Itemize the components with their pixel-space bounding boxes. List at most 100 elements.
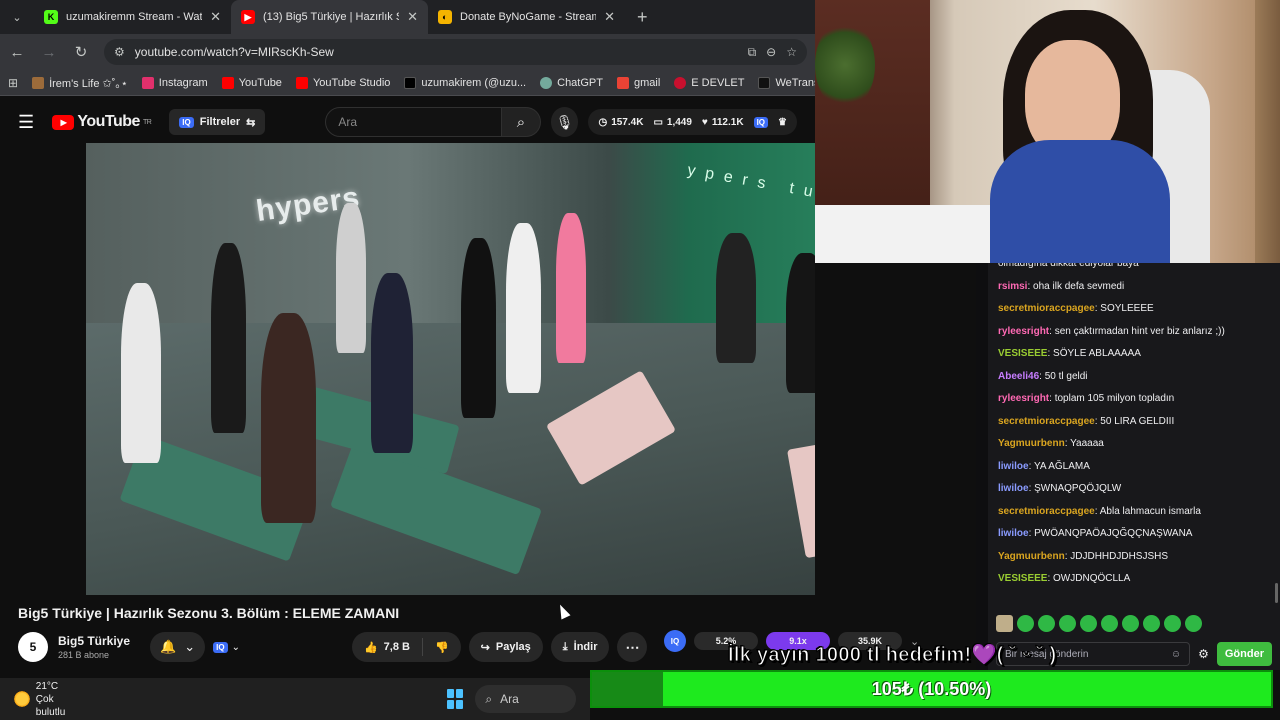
chat-text: sen çaktırmadan hint ver biz anlarız ;)) — [1054, 325, 1225, 337]
chat-username[interactable]: ryleesright — [998, 326, 1049, 337]
bookmark-label: uzumakirem (@uzu... — [421, 76, 527, 89]
chat-username[interactable]: VESISEEE — [998, 348, 1047, 359]
close-tab-icon[interactable]: ✕ — [210, 9, 221, 25]
weather-widget[interactable]: 21°C Çok bulutlu — [14, 680, 75, 719]
emote-icon[interactable] — [1038, 615, 1055, 632]
smiley-icon[interactable]: ☺ — [1171, 649, 1181, 660]
more-options-icon[interactable]: ⋯ — [617, 632, 648, 662]
bookmark-youtube-studio[interactable]: YouTube Studio — [295, 76, 390, 89]
tab-search-icon[interactable]: ⌄ — [0, 0, 34, 34]
zoom-icon[interactable]: ⊖ — [766, 45, 776, 59]
chat-text: toplam 105 milyon topladın — [1054, 393, 1175, 404]
emote-icon[interactable] — [1143, 615, 1160, 632]
dislike-button[interactable]: 👎 — [423, 641, 461, 654]
chat-scrollbar[interactable] — [1275, 583, 1278, 603]
emote-icon[interactable] — [1122, 615, 1139, 632]
chat-username[interactable]: liwiloe — [998, 483, 1029, 494]
chat-username[interactable]: rsimsi — [998, 281, 1027, 292]
emote-row — [996, 615, 1202, 632]
channel-avatar[interactable]: 5 — [18, 632, 48, 662]
emote-icon[interactable] — [1017, 615, 1034, 632]
emote-icon[interactable] — [1080, 615, 1097, 632]
bookmark-e-devlet[interactable]: E DEVLET — [674, 76, 744, 89]
download-icon: ⤓ — [562, 640, 568, 653]
bookmark-tiktok[interactable]: uzumakirem (@uzu... — [404, 76, 527, 89]
video-person — [336, 203, 366, 353]
chat-username[interactable]: secretmioraccpagee — [998, 303, 1095, 314]
video-person — [261, 313, 316, 523]
browser-tab-active[interactable]: ▶ (13) Big5 Türkiye | Hazırlık Sezonu ✕ — [231, 0, 428, 34]
browser-tab[interactable]: K uzumakiremm Stream - Watch Live ✕ — [34, 0, 231, 34]
menu-icon[interactable]: ☰ — [18, 112, 36, 133]
channel-name[interactable]: Big5 Türkiye — [58, 634, 130, 648]
emote-icon[interactable] — [1185, 615, 1202, 632]
address-field[interactable]: ⚙ youtube.com/watch?v=MIRscKh-Sew ⧉ ⊖ ☆ — [104, 39, 807, 65]
search-icon[interactable]: ⌕ — [502, 107, 541, 137]
bookmark-chatgpt[interactable]: ChatGPT — [540, 76, 603, 89]
like-count: 7,8 B — [383, 641, 410, 653]
subscription-bell-button[interactable]: 🔔 ⌄ — [150, 632, 206, 662]
chat-username[interactable]: Abeeli46 — [998, 371, 1039, 382]
chat-username[interactable]: secretmioraccpagee — [998, 416, 1095, 427]
channel-info: Big5 Türkiye 281 B abone — [58, 634, 130, 660]
bookmark-label: ChatGPT — [557, 76, 603, 89]
emote-icon[interactable] — [1101, 615, 1118, 632]
chat-username[interactable]: Yagmuurbenn — [998, 551, 1065, 562]
iq-icon: IQ — [213, 641, 228, 653]
webcam-overlay — [815, 0, 1280, 263]
trophy-icon[interactable]: ♛ — [778, 117, 787, 128]
share-button[interactable]: ↪ Paylaş — [468, 632, 543, 662]
apps-grid-icon[interactable]: ⊞ — [8, 76, 18, 90]
bookmark-irems-life[interactable]: İrem's Life ✩˚｡⋆ — [32, 75, 128, 91]
bookmark-wetransfer[interactable]: WeTransfer — [758, 76, 815, 89]
search-input[interactable]: Ara — [325, 107, 503, 137]
share-icon: ↪ — [480, 641, 490, 654]
forward-icon[interactable]: → — [40, 44, 58, 61]
download-label: İndir — [573, 641, 598, 653]
tab-title: (13) Big5 Türkiye | Hazırlık Sezonu — [263, 11, 399, 23]
windows-start-icon[interactable] — [447, 689, 464, 709]
video-player[interactable]: hypers ypers tudio 5 — [86, 143, 890, 595]
iq-extension-button[interactable]: IQ ⌄ — [213, 641, 240, 653]
chat-settings-icon[interactable]: ⚙ — [1198, 647, 1209, 661]
chat-username[interactable]: VESISEEE — [998, 573, 1047, 584]
chat-username[interactable]: ryleesright — [998, 393, 1049, 404]
install-app-icon[interactable]: ⧉ — [748, 45, 757, 60]
bookmark-label: gmail — [633, 76, 661, 89]
close-tab-icon[interactable]: ✕ — [407, 9, 418, 25]
chat-username[interactable]: liwiloe — [998, 528, 1029, 539]
browser-tab[interactable]: ◐ Donate ByNoGame - Streamer ✕ — [428, 0, 625, 34]
site-info-icon[interactable]: ⚙ — [114, 45, 125, 59]
bookmark-instagram[interactable]: Instagram — [141, 76, 208, 89]
chat-username[interactable]: secretmioraccpagee — [998, 506, 1095, 517]
filters-button[interactable]: IQ Filtreler ⇆ — [169, 109, 266, 135]
new-tab-icon[interactable]: + — [625, 7, 660, 28]
send-button[interactable]: Gönder — [1216, 642, 1272, 666]
back-icon[interactable]: ← — [8, 44, 26, 61]
iq-icon[interactable]: IQ — [753, 116, 769, 128]
emote-icon[interactable] — [996, 615, 1013, 632]
bookmark-star-icon[interactable]: ☆ — [786, 45, 797, 59]
like-button[interactable]: 👍 7,8 B — [352, 638, 423, 656]
search-placeholder: Ara — [338, 115, 358, 129]
bookmark-label: WeTransfer — [775, 76, 815, 89]
emote-icon[interactable] — [1059, 615, 1076, 632]
close-tab-icon[interactable]: ✕ — [604, 9, 615, 25]
chat-username[interactable]: Yagmuurbenn — [998, 438, 1065, 449]
clock-icon: ◷ — [598, 116, 608, 128]
share-label: Paylaş — [495, 641, 531, 653]
emote-icon[interactable] — [1164, 615, 1181, 632]
video-person — [716, 233, 756, 363]
microphone-icon[interactable]: 🎙 — [550, 107, 579, 137]
taskbar-search[interactable]: ⌕ Ara — [475, 685, 576, 713]
reload-icon[interactable]: ↻ — [72, 43, 90, 61]
comments-value: 1,449 — [666, 116, 692, 128]
bookmark-label: İrem's Life ✩˚｡⋆ — [49, 77, 128, 90]
download-button[interactable]: ⤓ İndir — [550, 632, 610, 662]
weather-condition: Çok bulutlu — [35, 693, 66, 718]
bookmark-gmail[interactable]: gmail — [616, 76, 661, 89]
bookmark-youtube[interactable]: YouTube — [221, 76, 282, 89]
like-dislike-group: 👍 7,8 B 👎 — [351, 632, 461, 662]
chat-username[interactable]: liwiloe — [998, 461, 1029, 472]
youtube-logo[interactable]: ▶ YouTube TR — [52, 113, 152, 131]
